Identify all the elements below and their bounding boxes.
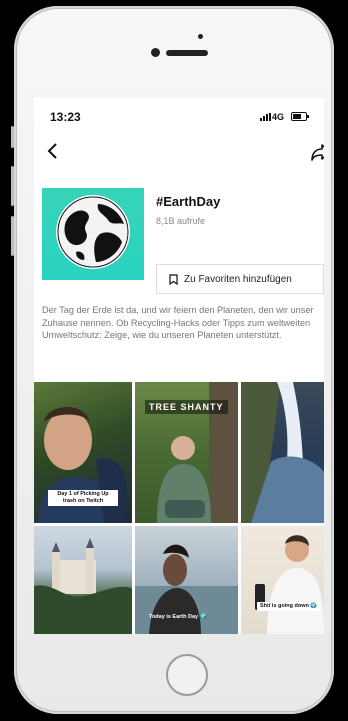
video-caption: Shit is going down 🌍 (257, 602, 321, 611)
front-camera (151, 48, 160, 57)
signal-icon (260, 113, 272, 121)
video-caption: Today is Earth Day 🌍 (149, 614, 207, 620)
video-thumbnail[interactable] (241, 382, 324, 523)
back-arrow-icon[interactable] (42, 140, 64, 162)
add-to-favorites-button[interactable]: Zu Favoriten hinzufügen (156, 264, 324, 294)
hashtag-cover (42, 188, 144, 280)
add-to-favorites-label: Zu Favoriten hinzufügen (184, 273, 292, 285)
person-thumbnail-image (255, 535, 324, 634)
video-thumbnail[interactable]: Today is Earth Day 🌍 (135, 526, 238, 634)
video-thumbnail[interactable] (34, 526, 132, 634)
waterfall-thumbnail-image (241, 382, 324, 523)
earpiece-speaker (166, 50, 208, 56)
battery-icon (291, 112, 309, 121)
app-screen: 13:23 4G #EarthDay 8,1B aufrufe Zu Favor… (34, 98, 324, 634)
video-thumbnail[interactable]: Day 1 of Picking Up trash on Twitch (34, 382, 132, 523)
status-time: 13:23 (50, 110, 81, 124)
view-count: 8,1B aufrufe (156, 216, 206, 226)
home-button[interactable] (166, 654, 208, 696)
video-title-overlay: TREE SHANTY (145, 400, 228, 414)
mute-switch (11, 126, 14, 148)
video-thumbnail[interactable]: Shit is going down 🌍 (241, 526, 324, 634)
earth-icon (56, 195, 130, 269)
volume-down-button (11, 216, 14, 256)
video-thumbnail[interactable]: TREE SHANTY (135, 382, 238, 523)
hashtag-title: #EarthDay (156, 194, 221, 209)
status-bar: 13:23 4G (34, 98, 324, 132)
bookmark-icon (169, 273, 178, 285)
hashtag-description: Der Tag der Erde ist da, und wir feiern … (42, 305, 314, 341)
network-type: 4G (272, 112, 285, 122)
share-icon[interactable] (310, 142, 324, 162)
volume-up-button (11, 166, 14, 206)
castle-thumbnail-image (34, 538, 132, 634)
video-grid: Day 1 of Picking Up trash on Twitch TREE… (34, 382, 324, 634)
video-caption: Day 1 of Picking Up trash on Twitch (48, 490, 118, 506)
front-sensor (198, 34, 203, 39)
